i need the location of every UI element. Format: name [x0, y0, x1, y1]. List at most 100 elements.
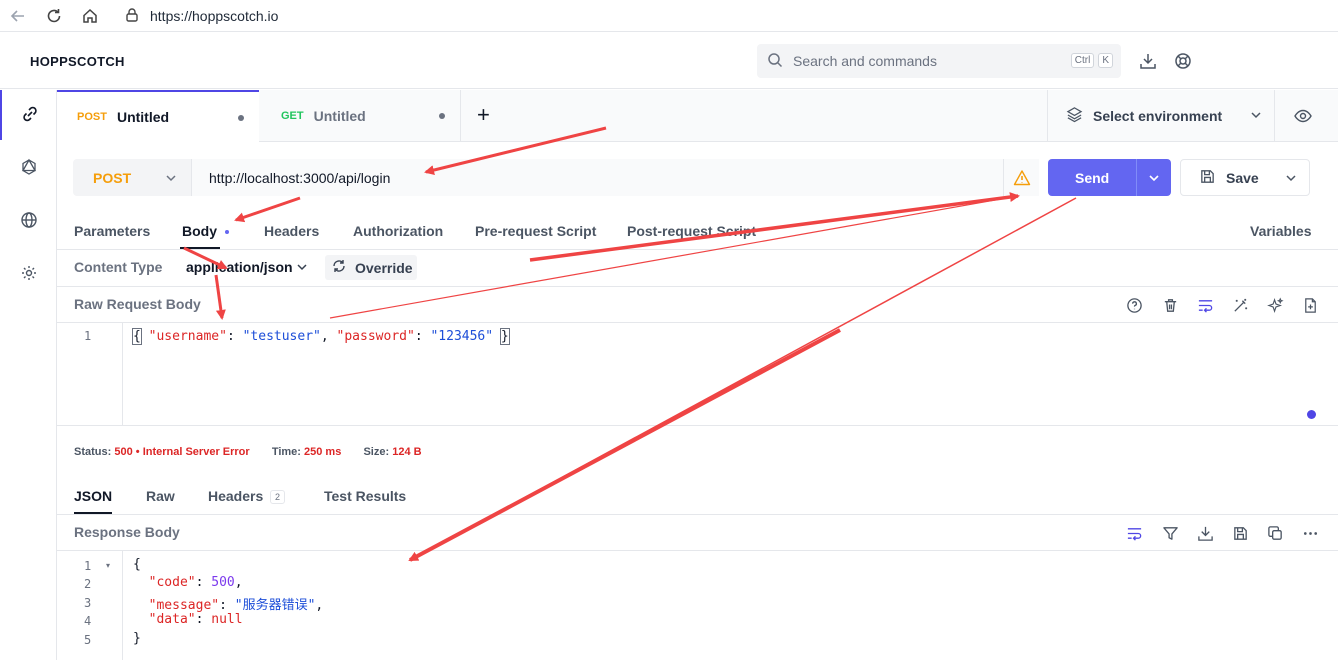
- help-icon[interactable]: [1124, 295, 1144, 315]
- arrow-thin-to-send: [329, 196, 1013, 319]
- code-token: "123456": [430, 329, 494, 344]
- tab-post-request-script[interactable]: Post-request Script: [627, 223, 756, 239]
- method-select[interactable]: POST: [73, 159, 191, 196]
- file-add-icon[interactable]: [1300, 295, 1320, 315]
- eye-icon[interactable]: [1293, 106, 1313, 129]
- download-icon[interactable]: [1138, 51, 1158, 71]
- code-token: "testuser": [242, 329, 321, 344]
- code-token: }: [133, 631, 141, 646]
- arrow-to-raw-body: [214, 274, 226, 320]
- request-body-editor[interactable]: 1 { "username": "testuser", "password": …: [57, 323, 1338, 425]
- app-logo[interactable]: HOPPSCOTCH: [30, 54, 125, 69]
- method-label: POST: [93, 169, 132, 186]
- url-value: http://localhost:3000/api/login: [209, 169, 391, 186]
- status-bullet: •: [135, 446, 140, 458]
- layers-icon: [1066, 106, 1083, 126]
- headers-count-badge: 2: [270, 490, 286, 504]
- status-text: Internal Server Error: [142, 446, 250, 458]
- send-label: Send: [1075, 169, 1110, 186]
- wrap-lines-icon[interactable]: [1195, 295, 1215, 315]
- sidebar-item-graphql[interactable]: [0, 143, 57, 193]
- browser-toolbar: https://hoppscotch.io: [0, 0, 1338, 32]
- response-status: Status: 500 • Internal Server Error Time…: [74, 446, 422, 458]
- chevron-down-icon: [1250, 108, 1262, 124]
- request-tab[interactable]: GET Untitled: [261, 90, 461, 142]
- back-arrow-icon[interactable]: [6, 4, 30, 28]
- warning-icon[interactable]: [1003, 159, 1039, 196]
- response-body-viewer[interactable]: 1 ▾ 2 3 4 5 { "code": 500, "message": "服…: [57, 551, 1338, 660]
- save-icon[interactable]: [1230, 523, 1250, 543]
- tab-variables[interactable]: Variables: [1250, 223, 1312, 239]
- tab-method: GET: [281, 110, 304, 122]
- code-token: 500: [211, 575, 235, 590]
- magic-wand-icon[interactable]: [1230, 295, 1250, 315]
- override-button[interactable]: Override: [325, 255, 417, 280]
- code-token: "username": [148, 329, 227, 344]
- address-bar[interactable]: https://hoppscotch.io: [116, 3, 1338, 29]
- download-icon[interactable]: [1195, 523, 1215, 543]
- search-icon: [767, 52, 783, 71]
- filter-icon[interactable]: [1160, 523, 1180, 543]
- support-icon[interactable]: [1173, 51, 1193, 71]
- divider: [57, 286, 1338, 287]
- chevron-down-icon[interactable]: [1285, 171, 1297, 187]
- app-header: HOPPSCOTCH Search and commands Ctrl K: [0, 32, 1338, 89]
- url-input[interactable]: http://localhost:3000/api/login: [191, 159, 1039, 196]
- home-icon[interactable]: [78, 4, 102, 28]
- tab-headers[interactable]: Headers: [264, 223, 319, 239]
- content-type-select[interactable]: application/json: [186, 259, 293, 275]
- tab-pre-request-script[interactable]: Pre-request Script: [475, 223, 596, 239]
- code-line: {: [133, 557, 141, 572]
- tab-authorization[interactable]: Authorization: [353, 223, 443, 239]
- time-value: 250 ms: [304, 446, 342, 458]
- scroll-indicator[interactable]: [1307, 410, 1316, 419]
- tab-parameters[interactable]: Parameters: [74, 223, 150, 239]
- arrow-to-body-tab: [234, 196, 301, 223]
- search-input[interactable]: Search and commands Ctrl K: [757, 44, 1121, 78]
- shortcut-key: K: [1098, 53, 1113, 68]
- tab-json[interactable]: JSON: [74, 488, 112, 504]
- code-line: { "username": "testuser", "password": "1…: [132, 328, 510, 345]
- refresh-icon: [331, 258, 347, 277]
- line-number: 4: [84, 614, 92, 628]
- save-button[interactable]: Save: [1180, 159, 1310, 196]
- chevron-down-icon[interactable]: [296, 261, 308, 276]
- divider: [57, 425, 1338, 426]
- more-icon[interactable]: [1300, 523, 1320, 543]
- search-placeholder: Search and commands: [793, 53, 937, 69]
- chevron-down-icon[interactable]: [1136, 159, 1171, 196]
- code-token: "message": [148, 598, 220, 613]
- status-code: 500: [114, 446, 133, 458]
- tab-test-results[interactable]: Test Results: [324, 488, 406, 504]
- divider: [57, 514, 1338, 515]
- code-token: :: [226, 329, 243, 344]
- add-tab-button[interactable]: +: [477, 104, 490, 126]
- code-token: {: [132, 328, 142, 345]
- tab-response-headers[interactable]: Headers: [208, 488, 263, 504]
- tab-title: Untitled: [313, 108, 366, 124]
- save-label: Save: [1226, 169, 1259, 186]
- response-body-label: Response Body: [74, 524, 180, 540]
- site-info-icon[interactable]: [124, 7, 140, 26]
- request-tab[interactable]: POST Untitled: [57, 90, 259, 142]
- tab-body[interactable]: Body: [182, 223, 217, 239]
- wrap-lines-icon[interactable]: [1124, 523, 1144, 543]
- sidebar-item-settings[interactable]: [0, 249, 57, 299]
- line-number: 5: [84, 633, 92, 647]
- content-type-label: Content Type: [74, 259, 163, 275]
- code-line: }: [133, 631, 141, 646]
- size-label: Size:: [363, 446, 390, 458]
- status-label: Status:: [74, 446, 112, 458]
- sidebar-item-rest[interactable]: [0, 90, 57, 140]
- reload-icon[interactable]: [42, 4, 66, 28]
- copy-icon[interactable]: [1265, 523, 1285, 543]
- sidebar-item-realtime[interactable]: [0, 196, 57, 246]
- fold-icon[interactable]: ▾: [106, 561, 110, 570]
- tab-raw[interactable]: Raw: [146, 488, 175, 504]
- sparkles-icon[interactable]: [1265, 295, 1285, 315]
- send-button[interactable]: Send: [1048, 159, 1171, 196]
- line-number: 1: [84, 559, 92, 573]
- graphql-icon: [20, 158, 38, 179]
- trash-icon[interactable]: [1160, 295, 1180, 315]
- environment-select[interactable]: Select environment: [1047, 90, 1275, 142]
